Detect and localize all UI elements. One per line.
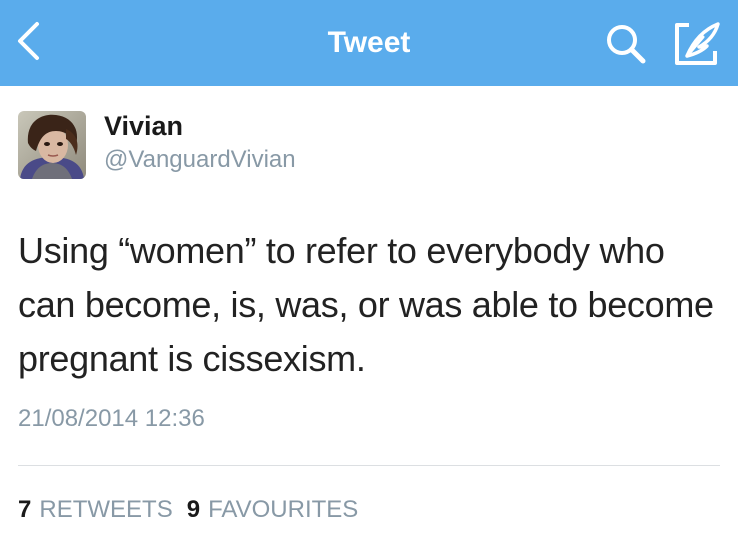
compose-button[interactable]	[672, 18, 724, 68]
avatar[interactable]	[18, 111, 86, 179]
back-button[interactable]	[8, 16, 48, 66]
favourites-label: FAVOURITES	[208, 496, 359, 523]
tweet-text: Using “women” to refer to everybody who …	[18, 230, 714, 379]
search-icon	[607, 25, 646, 64]
retweets-count: 7	[18, 496, 32, 523]
search-button[interactable]	[602, 20, 650, 68]
author-handle[interactable]: @VanguardVivian	[104, 144, 296, 176]
tweet-stats: 7 RETWEETS 9 FAVOURITES	[18, 494, 372, 526]
profile-photo	[18, 111, 86, 179]
favourites-stat[interactable]: 9 FAVOURITES	[187, 494, 359, 526]
chevron-left-icon	[18, 22, 39, 60]
retweets-label: RETWEETS	[39, 496, 173, 523]
divider	[18, 465, 720, 466]
author-name[interactable]: Vivian	[104, 108, 183, 144]
compose-icon	[675, 22, 720, 65]
tweet-timestamp: 21/08/2014 12:36	[18, 405, 205, 432]
nav-bar: Tweet	[0, 0, 738, 86]
favourites-count: 9	[186, 496, 201, 523]
retweets-stat[interactable]: 7 RETWEETS	[18, 494, 173, 526]
